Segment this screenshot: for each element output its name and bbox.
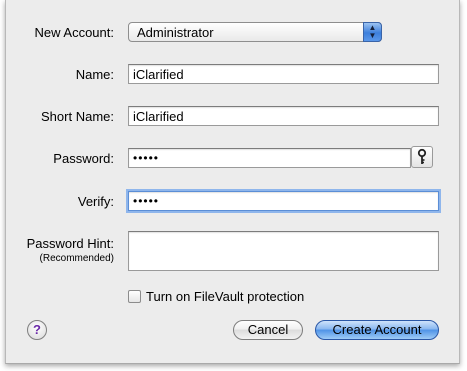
short-name-field[interactable]: iClarified: [128, 106, 439, 126]
password-hint-field[interactable]: [128, 231, 439, 271]
password-hint-label: Password Hint:: [26, 236, 114, 251]
short-name-label: Short Name:: [41, 109, 114, 124]
password-assistant-button[interactable]: [411, 146, 433, 168]
name-label: Name:: [75, 67, 114, 82]
verify-label: Verify:: [77, 194, 114, 209]
create-account-button[interactable]: Create Account: [315, 320, 439, 340]
password-field[interactable]: •••••: [128, 148, 411, 168]
question-mark-icon: ?: [33, 322, 41, 337]
new-account-sheet: New Account: Administrator ▲ ▼ Name: iCla…: [5, 0, 460, 364]
filevault-label[interactable]: Turn on FileVault protection: [146, 289, 304, 304]
up-down-arrows-icon: ▲ ▼: [363, 22, 382, 42]
account-type-value: Administrator: [137, 25, 214, 40]
password-hint-sublabel: (Recommended): [39, 253, 114, 264]
verify-field[interactable]: •••••: [128, 191, 439, 211]
name-field[interactable]: iClarified: [128, 64, 439, 84]
cancel-button[interactable]: Cancel: [233, 320, 303, 340]
filevault-checkbox[interactable]: [128, 290, 141, 303]
password-label: Password:: [53, 151, 114, 166]
new-account-label: New Account:: [34, 25, 115, 40]
account-type-popup[interactable]: Administrator ▲ ▼: [128, 22, 382, 42]
help-button[interactable]: ?: [27, 320, 47, 340]
key-icon: [417, 148, 427, 164]
